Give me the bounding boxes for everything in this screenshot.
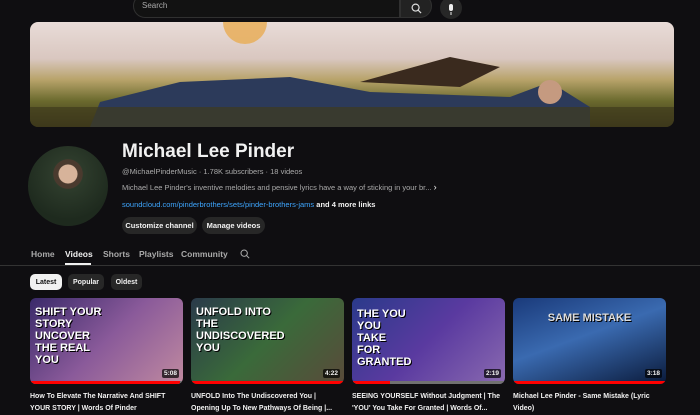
watch-progress [513, 381, 666, 384]
video-card[interactable]: SAME MISTAKE 3:18 Michael Lee Pinder - S… [513, 298, 666, 415]
video-title[interactable]: UNFOLD Into The Undiscovered You | Openi… [191, 391, 344, 415]
video-card[interactable]: UNFOLD INTO THE UNDISCOVERED YOU 4:22 UN… [191, 298, 344, 415]
tab-shorts[interactable]: Shorts [103, 249, 130, 259]
progress-fill [30, 381, 180, 384]
channel-links: soundcloud.com/pinderbrothers/sets/pinde… [122, 200, 375, 209]
progress-fill [513, 381, 666, 384]
video-card[interactable]: SHIFT YOUR STORY UNCOVER THE REAL YOU 5:… [30, 298, 183, 415]
separator: · [198, 167, 202, 176]
chevron-right-icon[interactable]: › [434, 182, 437, 192]
chip-oldest[interactable]: Oldest [111, 274, 142, 290]
video-title[interactable]: SEEING YOURSELF Without Judgment | The '… [352, 391, 505, 415]
voice-search-button[interactable] [440, 0, 462, 19]
thumbnail-text: SAME MISTAKE [547, 312, 632, 324]
video-duration: 4:22 [322, 369, 340, 378]
channel-handle: @MichaelPinderMusic [122, 167, 197, 176]
customize-channel-button[interactable]: Customize channel [122, 217, 197, 234]
channel-search-icon[interactable] [240, 249, 250, 259]
channel-name: Michael Lee Pinder [122, 141, 295, 162]
channel-banner [30, 22, 674, 127]
progress-fill [191, 381, 344, 384]
tab-videos[interactable]: Videos [65, 249, 93, 259]
progress-fill [352, 381, 391, 384]
thumbnail-text: SHIFT YOUR STORY UNCOVER THE REAL YOU [35, 306, 102, 366]
video-thumbnail[interactable]: SHIFT YOUR STORY UNCOVER THE REAL YOU 5:… [30, 298, 183, 384]
tabs-divider [0, 265, 700, 266]
mic-icon [449, 4, 453, 15]
soundcloud-link[interactable]: soundcloud.com/pinderbrothers/sets/pinde… [122, 200, 314, 209]
watch-progress [352, 381, 505, 384]
tab-community[interactable]: Community [181, 249, 228, 259]
chip-popular[interactable]: Popular [68, 274, 104, 290]
search-placeholder: Search [142, 1, 168, 10]
video-thumbnail[interactable]: SAME MISTAKE 3:18 [513, 298, 666, 384]
chip-latest[interactable]: Latest [30, 274, 62, 290]
search-icon [411, 3, 422, 14]
video-title[interactable]: Michael Lee Pinder - Same Mistake (Lyric… [513, 391, 666, 415]
manage-videos-button[interactable]: Manage videos [202, 217, 265, 234]
search-input[interactable]: Search [133, 0, 400, 18]
description-text: Michael Lee Pinder's inventive melodies … [122, 183, 432, 192]
separator: · [265, 167, 269, 176]
video-thumbnail[interactable]: UNFOLD INTO THE UNDISCOVERED YOU 4:22 [191, 298, 344, 384]
video-duration: 2:19 [483, 369, 501, 378]
subscriber-count: 1.78K subscribers [203, 167, 264, 176]
tab-playlists[interactable]: Playlists [139, 249, 174, 259]
search-button[interactable] [400, 0, 432, 18]
channel-description[interactable]: Michael Lee Pinder's inventive melodies … [122, 182, 437, 192]
tab-home[interactable]: Home [31, 249, 55, 259]
thumbnail-text: UNFOLD INTO THE UNDISCOVERED YOU [196, 306, 285, 354]
thumbnail-text: THE YOU YOU TAKE FOR GRANTED [357, 308, 412, 368]
video-duration: 3:18 [644, 369, 662, 378]
banner-image [30, 22, 674, 127]
video-duration: 5:08 [161, 369, 179, 378]
watch-progress [191, 381, 344, 384]
channel-meta: @MichaelPinderMusic · 1.78K subscribers … [122, 167, 302, 176]
video-thumbnail[interactable]: THE YOU YOU TAKE FOR GRANTED 2:19 [352, 298, 505, 384]
more-links[interactable]: and 4 more links [316, 200, 375, 209]
video-count: 18 videos [270, 167, 303, 176]
channel-avatar[interactable] [28, 146, 108, 226]
video-card[interactable]: THE YOU YOU TAKE FOR GRANTED 2:19 SEEING… [352, 298, 505, 415]
video-title[interactable]: How To Elevate The Narrative And SHIFT Y… [30, 391, 183, 415]
watch-progress [30, 381, 183, 384]
